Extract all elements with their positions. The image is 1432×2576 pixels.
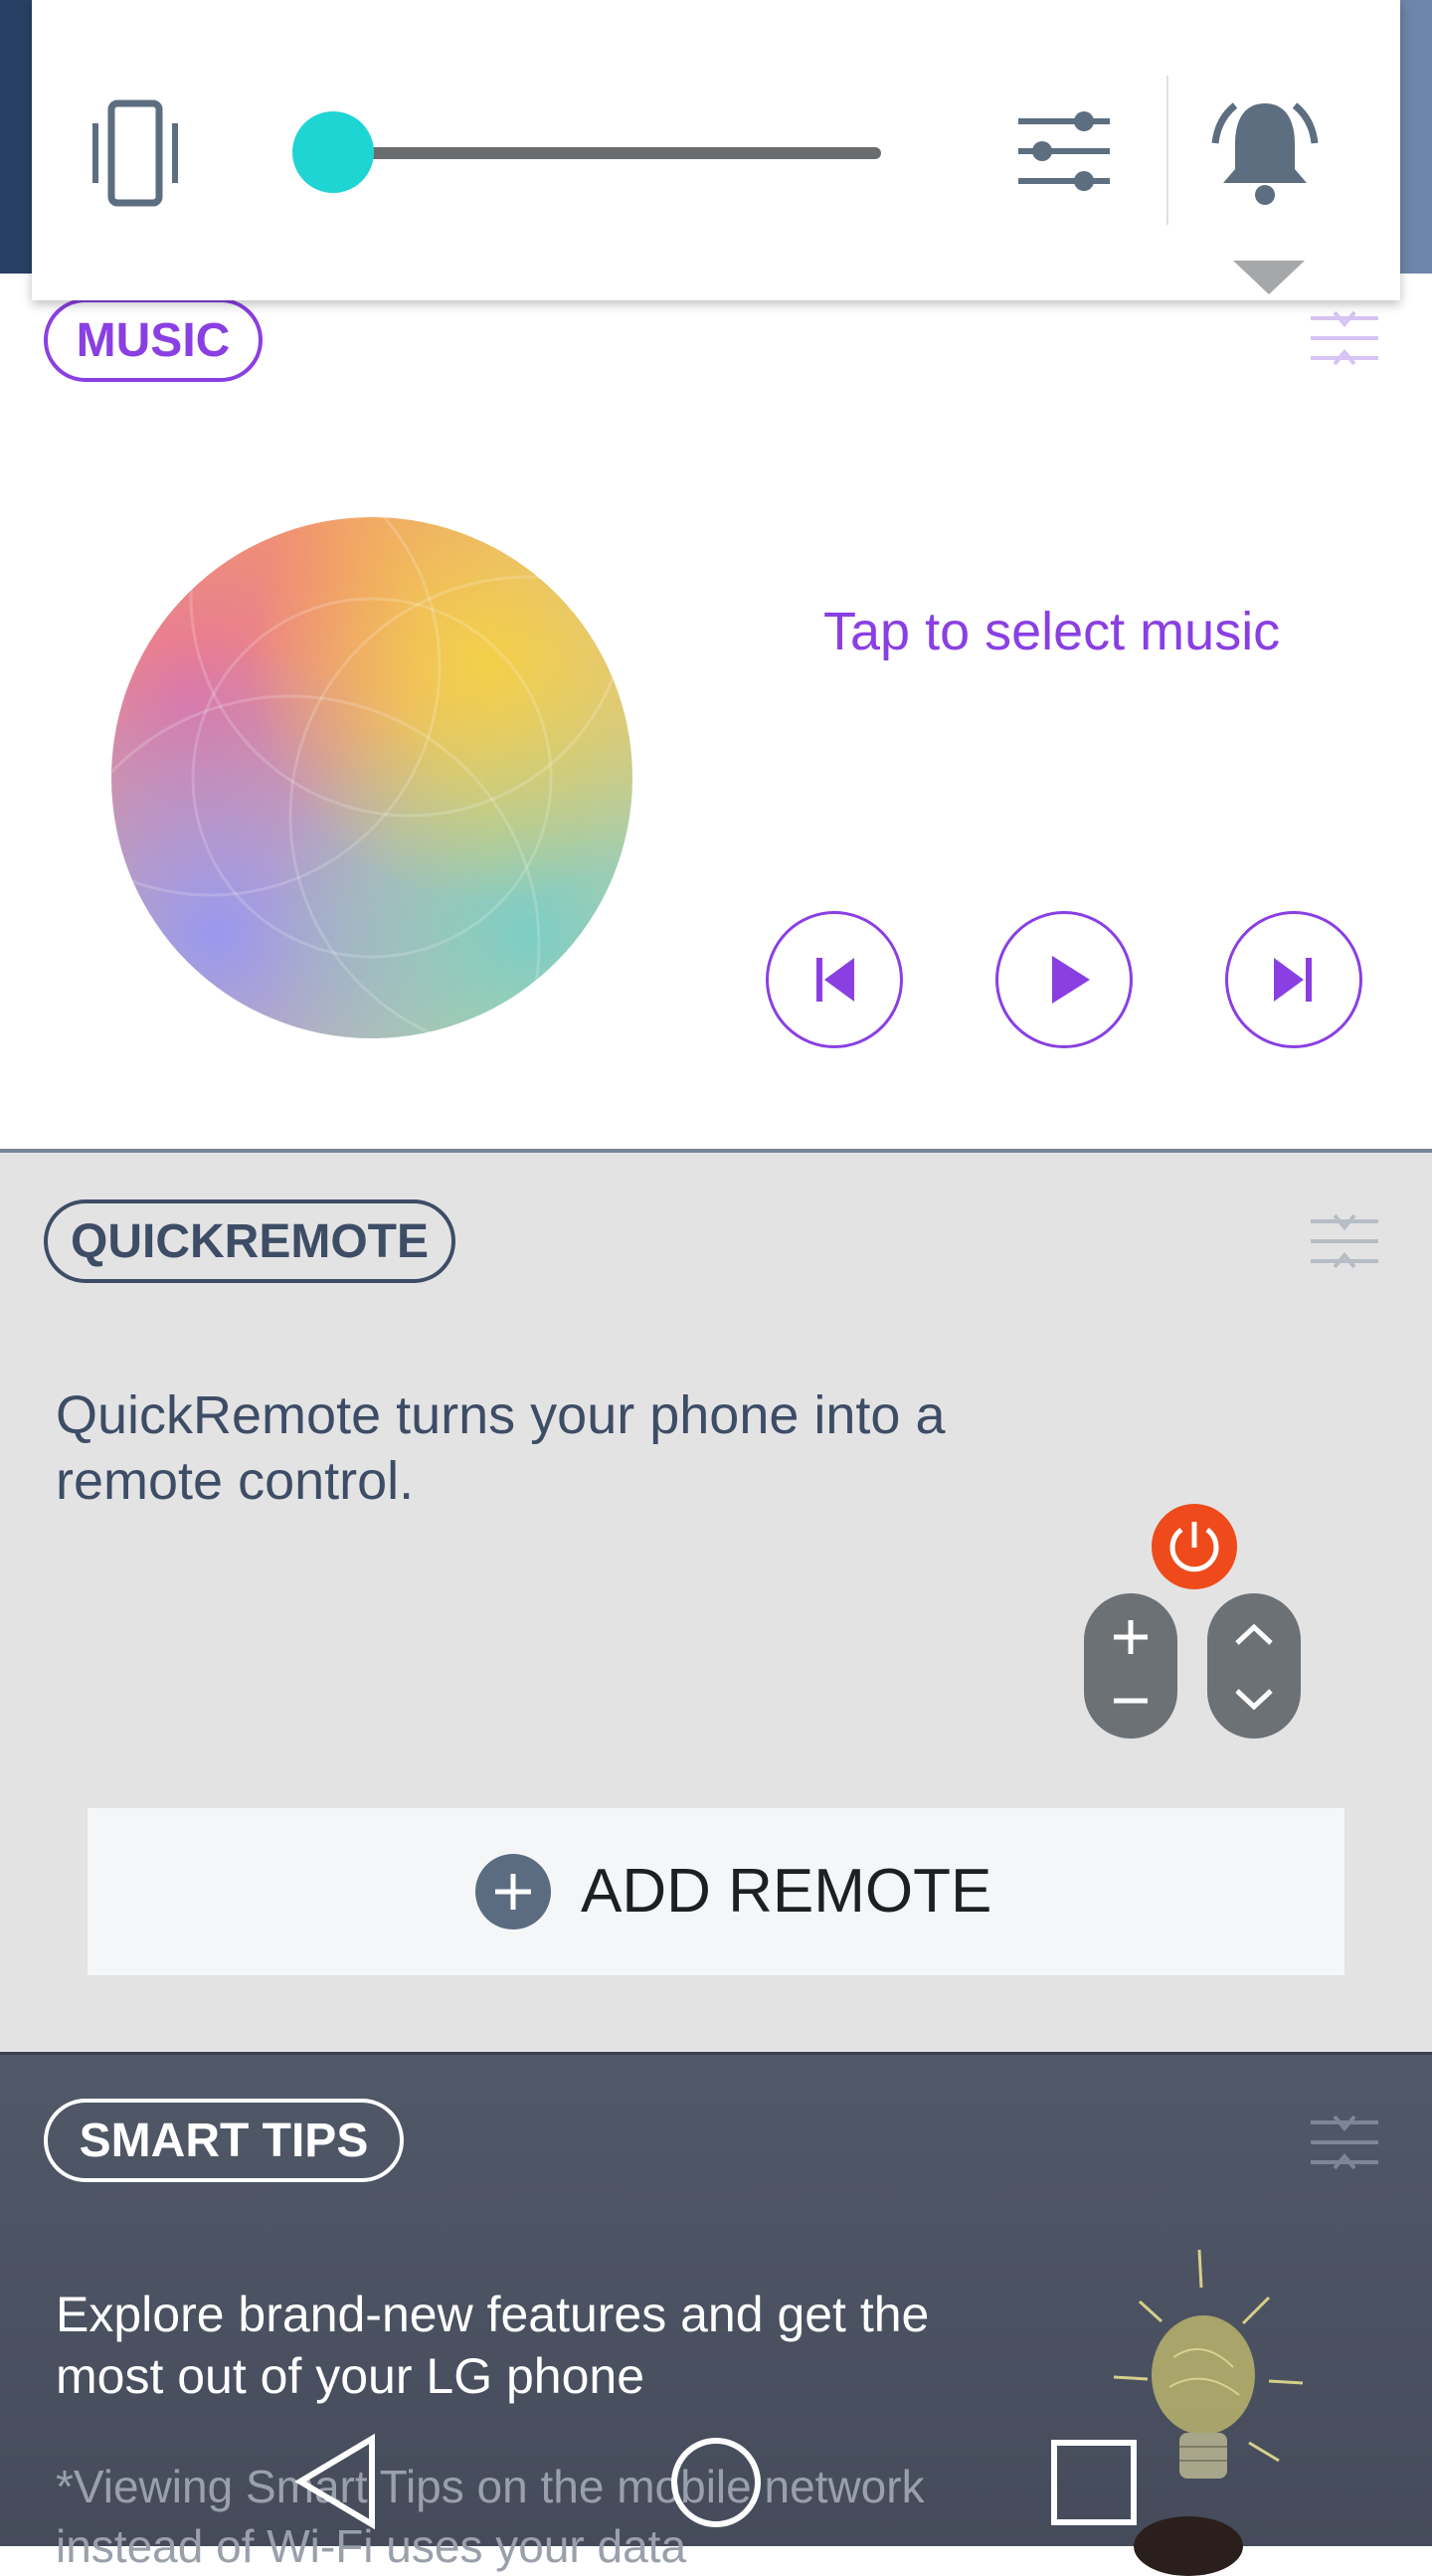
recents-square-icon (1051, 2440, 1137, 2525)
volume-slider-thumb[interactable] (292, 111, 374, 193)
recents-button[interactable] (1046, 2427, 1146, 2536)
smart-tips-card-title[interactable]: SMART TIPS (44, 2099, 404, 2182)
channel-rocker-icon (1207, 1593, 1301, 1739)
back-button[interactable] (288, 2427, 398, 2536)
play-button[interactable] (995, 911, 1133, 1048)
bell-icon[interactable] (1205, 92, 1325, 211)
home-button[interactable] (666, 2427, 766, 2536)
album-art[interactable] (111, 517, 632, 1038)
volume-slider-track[interactable] (314, 147, 881, 159)
quickremote-card-menu-icon[interactable] (1309, 1213, 1380, 1269)
add-circle-icon (475, 1854, 551, 1930)
smart-tips-description: Explore brand-new features and get the m… (56, 2287, 930, 2404)
equalizer-sliders-icon[interactable] (1014, 107, 1114, 197)
panel-divider (1166, 76, 1168, 225)
back-triangle-icon (294, 2433, 375, 2530)
previous-track-button[interactable] (766, 911, 903, 1048)
next-track-button[interactable] (1225, 911, 1362, 1048)
skip-next-icon (1274, 958, 1312, 1002)
power-icon (1152, 1504, 1237, 1589)
add-remote-label: ADD REMOTE (581, 1857, 992, 1926)
home-circle-icon (671, 2438, 761, 2527)
add-remote-button[interactable]: ADD REMOTE (88, 1808, 1344, 1975)
smart-tips-card-menu-icon[interactable] (1309, 2115, 1380, 2170)
quickremote-card-title[interactable]: QUICKREMOTE (44, 1199, 455, 1283)
quickremote-description: QuickRemote turns your phone into a remo… (56, 1385, 946, 1511)
volume-rocker-icon (1084, 1593, 1177, 1739)
navigation-bar (0, 2427, 1432, 2546)
select-music-prompt[interactable]: Tap to select music (823, 601, 1341, 662)
music-card-menu-icon[interactable] (1309, 310, 1380, 366)
music-card-title[interactable]: MUSIC (44, 298, 263, 382)
remote-illustration (1084, 1504, 1303, 1743)
play-icon (1052, 956, 1090, 1004)
vibrate-icon[interactable] (86, 99, 185, 209)
triangle-down-icon[interactable] (1233, 261, 1305, 294)
skip-previous-icon (816, 958, 854, 1002)
